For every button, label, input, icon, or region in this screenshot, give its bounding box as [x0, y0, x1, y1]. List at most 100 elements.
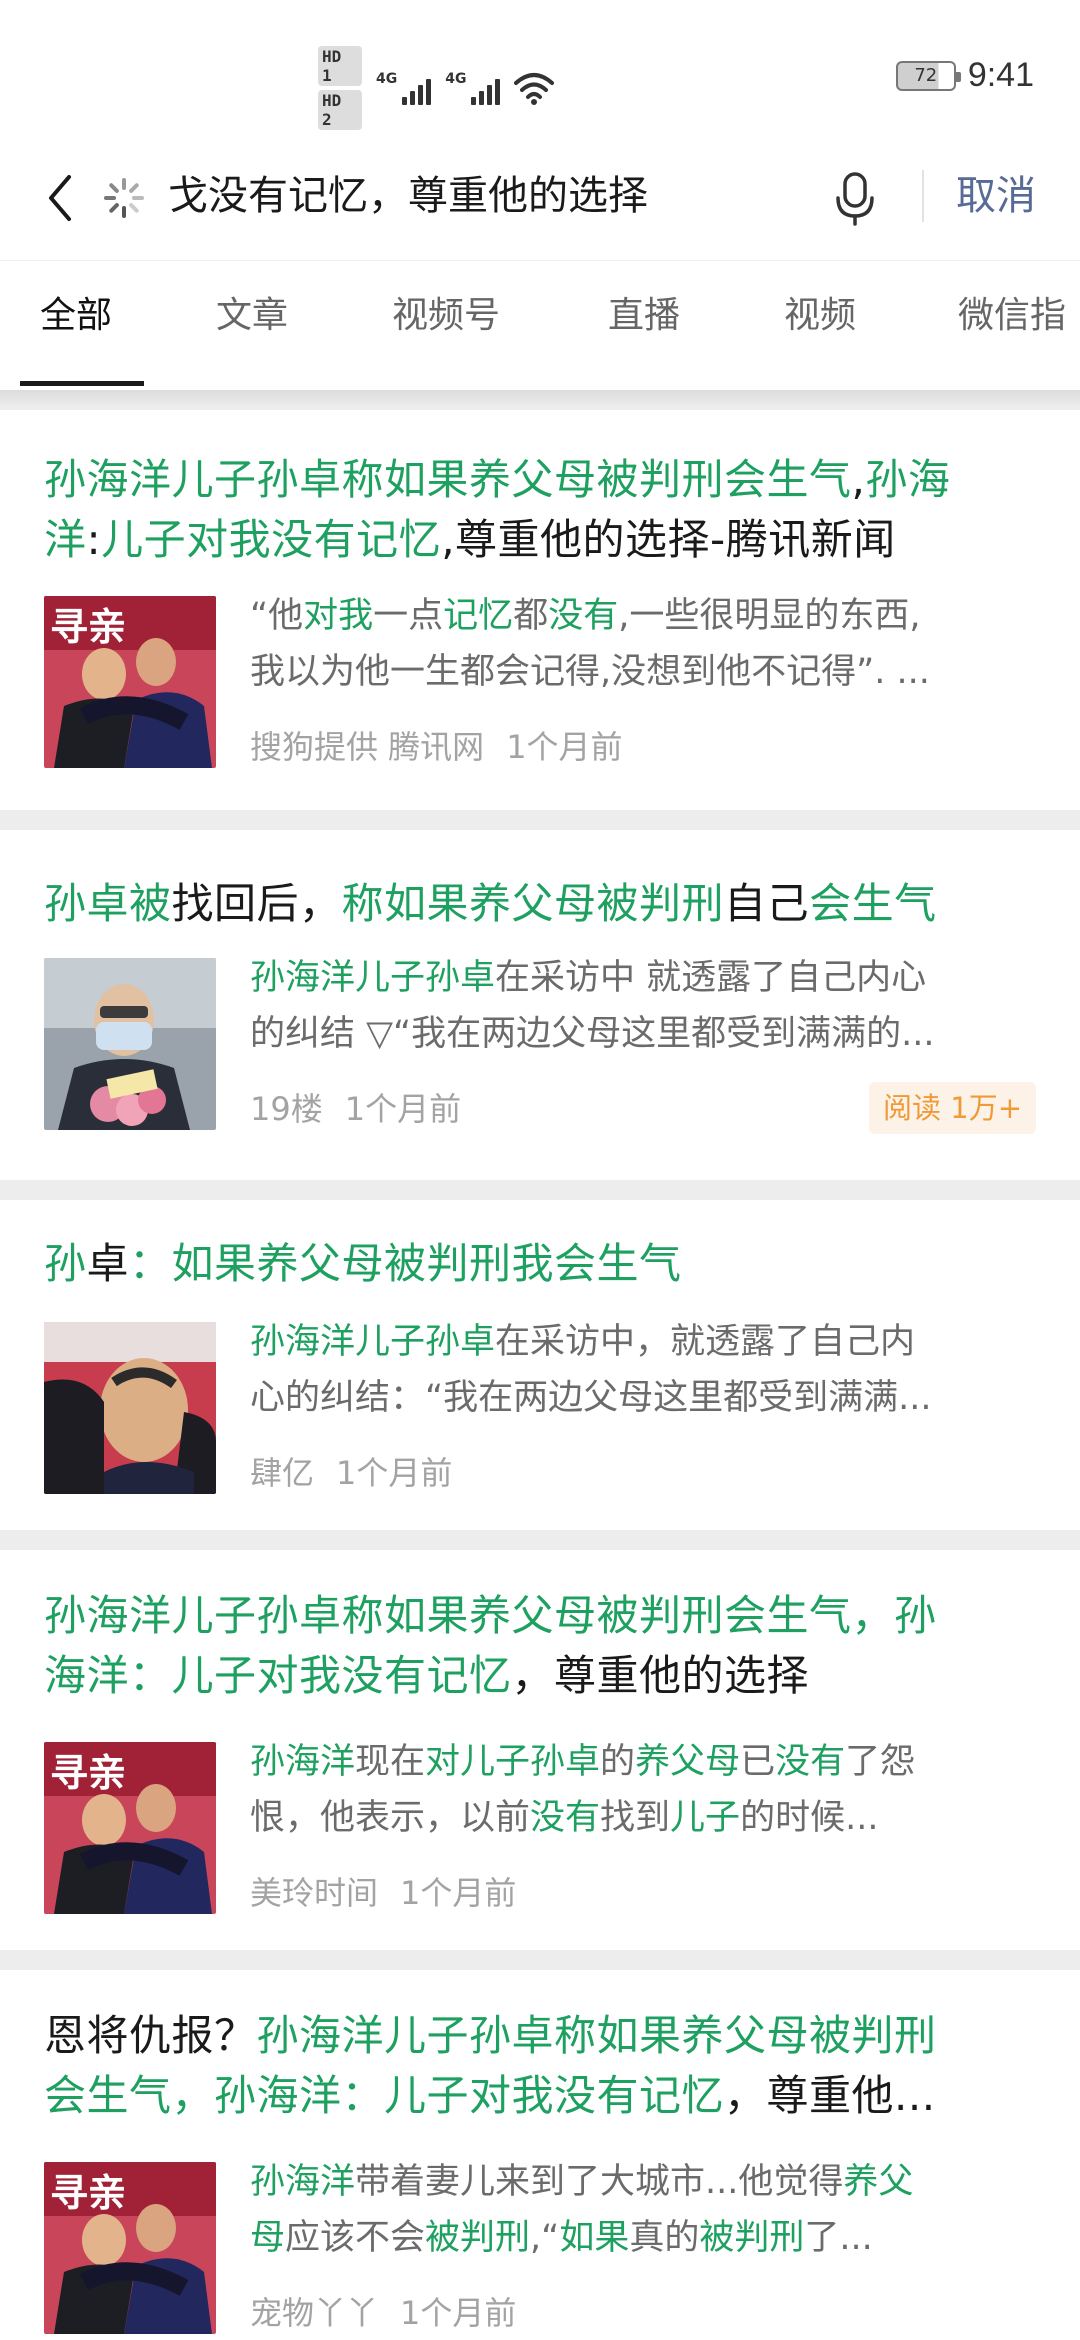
text-segment: 卓: [86, 1239, 130, 1288]
text-segment: ，尊重他的选择: [511, 1651, 810, 1700]
photo-couple-hugging-son-image: 寻亲: [44, 1742, 216, 1914]
text-segment: 了怨: [845, 1742, 916, 1782]
result-meta: 搜狗提供 腾讯网 1个月前: [250, 722, 623, 768]
result-time: 1个月前: [506, 728, 623, 766]
text-segment: 恨，他表示，以前: [250, 1798, 531, 1838]
text-line: 心的纠结：“我在两边父母这里都受到满满...: [250, 1370, 1036, 1426]
text-segment: 在采访中 就透露了自己内心: [495, 958, 927, 998]
highlighted-keyword: 养父: [843, 2162, 914, 2202]
result-time: 1个月前: [344, 1090, 462, 1128]
divider: [922, 170, 924, 222]
text-segment: “他: [250, 596, 304, 636]
text-line: 孙卓：如果养父母被判刑我会生气: [44, 1234, 1040, 1294]
result-card[interactable]: 孙卓被找回后，称如果养父母被判刑自己会生气 孙海洋儿子孙卓在采访中 就透露了自己…: [0, 830, 1080, 1180]
text-segment: 真的: [629, 2218, 700, 2258]
search-input[interactable]: 戈没有记忆，尊重他的选择: [168, 166, 818, 226]
result-card[interactable]: 恩将仇报？孙海洋儿子孙卓称如果养父母被判刑 会生气，孙海洋：儿子对我没有记忆，尊重…: [0, 1970, 1080, 2340]
search-bar: 戈没有记忆，尊重他的选择 取消: [0, 150, 1080, 260]
result-source: 19楼: [250, 1090, 323, 1128]
microphone-icon[interactable]: [830, 168, 880, 228]
tab-videos[interactable]: 视频: [784, 291, 856, 341]
text-line: “他对我一点记忆都没有,一些很明显的东西,: [250, 588, 1036, 644]
text-line: 母应该不会被判刑,“如果真的被判刑了...: [250, 2210, 1036, 2266]
result-thumbnail[interactable]: 寻亲: [44, 596, 216, 768]
svg-text:寻亲: 寻亲: [50, 1751, 126, 1795]
text-line: 会生气，孙海洋：儿子对我没有记忆，尊重他...: [44, 2066, 1040, 2126]
result-title[interactable]: 孙海洋儿子孙卓称如果养父母被判刑会生气,孙海 洋:儿子对我没有记忆,尊重他的选择-…: [44, 450, 1040, 570]
highlighted-keyword: 儿子: [670, 1798, 741, 1838]
result-meta: 美玲时间 1个月前: [250, 1868, 516, 1914]
network-type-1: 4G: [376, 71, 398, 87]
tab-all[interactable]: 全部: [40, 291, 112, 341]
highlighted-keyword: 对我: [303, 596, 374, 636]
result-title[interactable]: 孙卓被找回后，称如果养父母被判刑自己会生气: [44, 874, 1040, 934]
result-snippet: 孙海洋儿子孙卓在采访中 就透露了自己内心的纠结 ▽“我在两边父母这里都受到满满的…: [250, 950, 1036, 1062]
highlighted-keyword: 孙海洋: [250, 2162, 356, 2202]
text-line: 恩将仇报？孙海洋儿子孙卓称如果养父母被判刑: [44, 2006, 1040, 2066]
result-title[interactable]: 恩将仇报？孙海洋儿子孙卓称如果养父母被判刑 会生气，孙海洋：儿子对我没有记忆，尊重…: [44, 2006, 1040, 2126]
text-line: 孙卓被找回后，称如果养父母被判刑自己会生气: [44, 874, 1040, 934]
chevron-left-icon: [49, 175, 71, 221]
text-segment: ,“: [530, 2218, 560, 2258]
highlighted-keyword: 孙海: [865, 455, 951, 504]
result-title[interactable]: 孙海洋儿子孙卓称如果养父母被判刑会生气，孙 海洋：儿子对我没有记忆，尊重他的选择: [44, 1586, 1040, 1706]
highlighted-keyword: 没有: [775, 1742, 846, 1782]
result-thumbnail[interactable]: [44, 1322, 216, 1494]
network-type-2: 4G: [445, 71, 467, 87]
result-snippet: 孙海洋现在对儿子孙卓的养父母已没有了怨恨，他表示，以前 没有找到儿子的时候...: [250, 1734, 1036, 1846]
clock: 9:41: [967, 56, 1034, 94]
signal-sim1-icon: 4G: [376, 71, 432, 105]
result-source: 肆亿: [250, 1454, 315, 1492]
result-meta: 宠物丫丫 1个月前: [250, 2288, 516, 2334]
back-button[interactable]: [30, 168, 90, 228]
battery-level: 72: [914, 65, 938, 86]
active-tab-indicator: [20, 381, 144, 386]
result-snippet: 孙海洋带着妻儿来到了大城市...他觉得养父 母应该不会被判刑,“如果真的被判刑了.…: [250, 2154, 1036, 2266]
highlighted-keyword: 被判刑: [425, 2218, 531, 2258]
highlighted-keyword: 孙卓被: [44, 879, 172, 928]
text-segment: 自己: [724, 879, 810, 928]
result-time: 1个月前: [400, 2294, 517, 2332]
result-snippet: 孙海洋儿子孙卓在采访中，就透露了自己内 心的纠结：“我在两边父母这里都受到满满..…: [250, 1314, 1036, 1426]
highlighted-keyword: 海洋：儿子对我没有记忆: [44, 1651, 512, 1700]
result-card[interactable]: 孙海洋儿子孙卓称如果养父母被判刑会生气,孙海 洋:儿子对我没有记忆,尊重他的选择-…: [0, 410, 1080, 810]
text-line: 孙海洋现在对儿子孙卓的养父母已没有了怨: [250, 1734, 1036, 1790]
text-segment: 找到: [600, 1798, 671, 1838]
text-segment: ,: [851, 455, 866, 504]
tab-channels[interactable]: 视频号: [392, 291, 500, 341]
network-indicators: HD 1 HD 2 4G 4G: [318, 46, 555, 130]
highlighted-keyword: 记忆: [443, 596, 514, 636]
tab-wechat-index[interactable]: 微信指: [958, 291, 1066, 341]
text-line: 孙海洋带着妻儿来到了大城市...他觉得养父: [250, 2154, 1036, 2210]
result-thumbnail[interactable]: 寻亲: [44, 2162, 216, 2334]
text-segment: 的纠结 ▽“我在两边父母这里都受到满满的...: [250, 1014, 935, 1054]
photo-man-crying-hug-image: [44, 1322, 216, 1494]
result-thumbnail[interactable]: [44, 958, 216, 1130]
result-title[interactable]: 孙卓：如果养父母被判刑我会生气: [44, 1234, 1040, 1294]
result-time: 1个月前: [336, 1454, 453, 1492]
wifi-icon: [514, 73, 555, 105]
photo-couple-hugging-son-image: 寻亲: [44, 2162, 216, 2334]
text-segment: 恩将仇报？: [44, 2011, 257, 2060]
result-snippet: “他对我一点记忆都没有,一些很明显的东西, 我以为他一生都会记得,没想到他不记得”…: [250, 588, 1036, 700]
text-segment: 带着妻儿来到了大城市...他觉得: [355, 2162, 844, 2202]
result-card[interactable]: 孙卓：如果养父母被判刑我会生气 孙海洋儿子孙卓在采访中，就透露了自己内 心的纠结：…: [0, 1200, 1080, 1530]
result-meta: 19楼 1个月前: [250, 1084, 461, 1130]
text-segment: 心的纠结：“我在两边父母这里都受到满满...: [250, 1378, 932, 1418]
hd-sim2-icon: HD 2: [318, 90, 362, 130]
text-line: 孙海洋儿子孙卓在采访中 就透露了自己内心: [250, 950, 1036, 1006]
result-thumbnail[interactable]: 寻亲: [44, 1742, 216, 1914]
text-segment: 一点: [373, 596, 444, 636]
text-segment: ，尊重他...: [724, 2071, 936, 2120]
tab-articles[interactable]: 文章: [216, 291, 288, 341]
text-segment: 的时候...: [740, 1798, 879, 1838]
result-meta: 肆亿 1个月前: [250, 1448, 452, 1494]
text-line: 洋:儿子对我没有记忆,尊重他的选择-腾讯新闻: [44, 510, 1040, 570]
text-line: 的纠结 ▽“我在两边父母这里都受到满满的...: [250, 1006, 1036, 1062]
highlighted-keyword: 母: [250, 2218, 286, 2258]
hd-sim1-icon: HD 1: [318, 46, 362, 86]
highlighted-keyword: 孙: [44, 1239, 87, 1288]
cancel-button[interactable]: 取消: [956, 166, 1036, 226]
result-card[interactable]: 孙海洋儿子孙卓称如果养父母被判刑会生气，孙 海洋：儿子对我没有记忆，尊重他的选择 …: [0, 1550, 1080, 1950]
tab-live[interactable]: 直播: [608, 291, 680, 341]
